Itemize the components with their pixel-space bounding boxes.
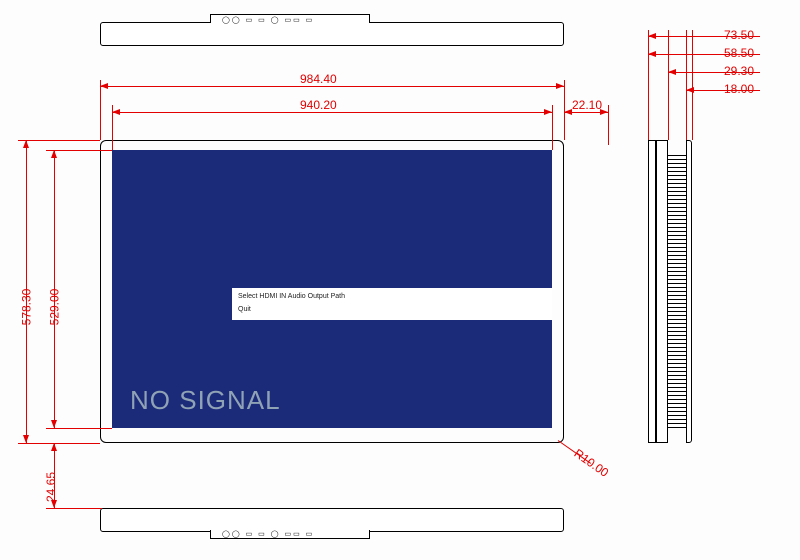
dim-side-d2: 58.50: [724, 46, 754, 60]
dim-arrow: [648, 33, 656, 39]
side-view-mid: [656, 140, 668, 443]
ext-line: [692, 30, 693, 140]
dim-side-d1: 73.50: [724, 28, 754, 42]
dim-inner-height: 529.00: [47, 289, 61, 326]
osd-menu-title: Select HDMI IN Audio Output Path: [238, 291, 546, 304]
dim-arrow: [51, 443, 57, 451]
dim-side-d3: 29.30: [724, 64, 754, 78]
dim-corner-radius: R10.00: [571, 446, 611, 480]
side-view-front-edge: [686, 140, 692, 443]
ext-line: [18, 443, 100, 444]
side-view-vent-hatch: [668, 155, 686, 428]
dim-outer-width-line: [100, 86, 564, 87]
ext-line: [686, 30, 687, 140]
dim-inner-width: 940.20: [300, 98, 337, 112]
dim-bezel-right: 22.10: [572, 98, 602, 112]
dim-arrow: [23, 140, 29, 148]
dim-arrow: [686, 87, 694, 93]
ext-line: [46, 508, 102, 509]
top-port-dots: ◯◯ ▭ ▭ ◯ ▭▭ ▭: [222, 16, 314, 24]
dim-arrow: [100, 83, 108, 89]
osd-menu-item-quit: Quit: [238, 304, 546, 317]
dim-outer-width: 984.40: [300, 72, 337, 86]
dim-arrow: [23, 435, 29, 443]
dim-arrow: [112, 109, 120, 115]
ext-line: [18, 140, 100, 141]
ext-line: [668, 30, 669, 140]
bottom-port-dots: ◯◯ ▭ ▭ ◯ ▭▭ ▭: [222, 530, 314, 538]
dim-bottom-gap: 24.65: [44, 472, 58, 502]
ext-line: [608, 105, 609, 145]
dim-arrow: [564, 109, 572, 115]
dim-arrow: [556, 83, 564, 89]
osd-menu: Select HDMI IN Audio Output Path Quit: [232, 288, 552, 320]
dim-inner-width-line: [112, 112, 552, 113]
side-view-back-plate: [648, 140, 656, 443]
no-signal-text: NO SIGNAL: [130, 385, 281, 416]
dim-arrow: [648, 51, 656, 57]
dim-side-d4: 18.00: [724, 82, 754, 96]
dim-arrow: [668, 69, 676, 75]
ext-line: [46, 428, 112, 429]
bottom-view-outline: [100, 508, 564, 532]
top-view-outline: [100, 22, 564, 46]
dim-outer-height: 578.30: [19, 289, 33, 326]
ext-line: [100, 80, 101, 140]
ext-line: [648, 30, 649, 140]
dim-arrow: [544, 109, 552, 115]
dim-arrow: [51, 420, 57, 428]
ext-line: [552, 105, 553, 150]
dim-arrow: [51, 150, 57, 158]
